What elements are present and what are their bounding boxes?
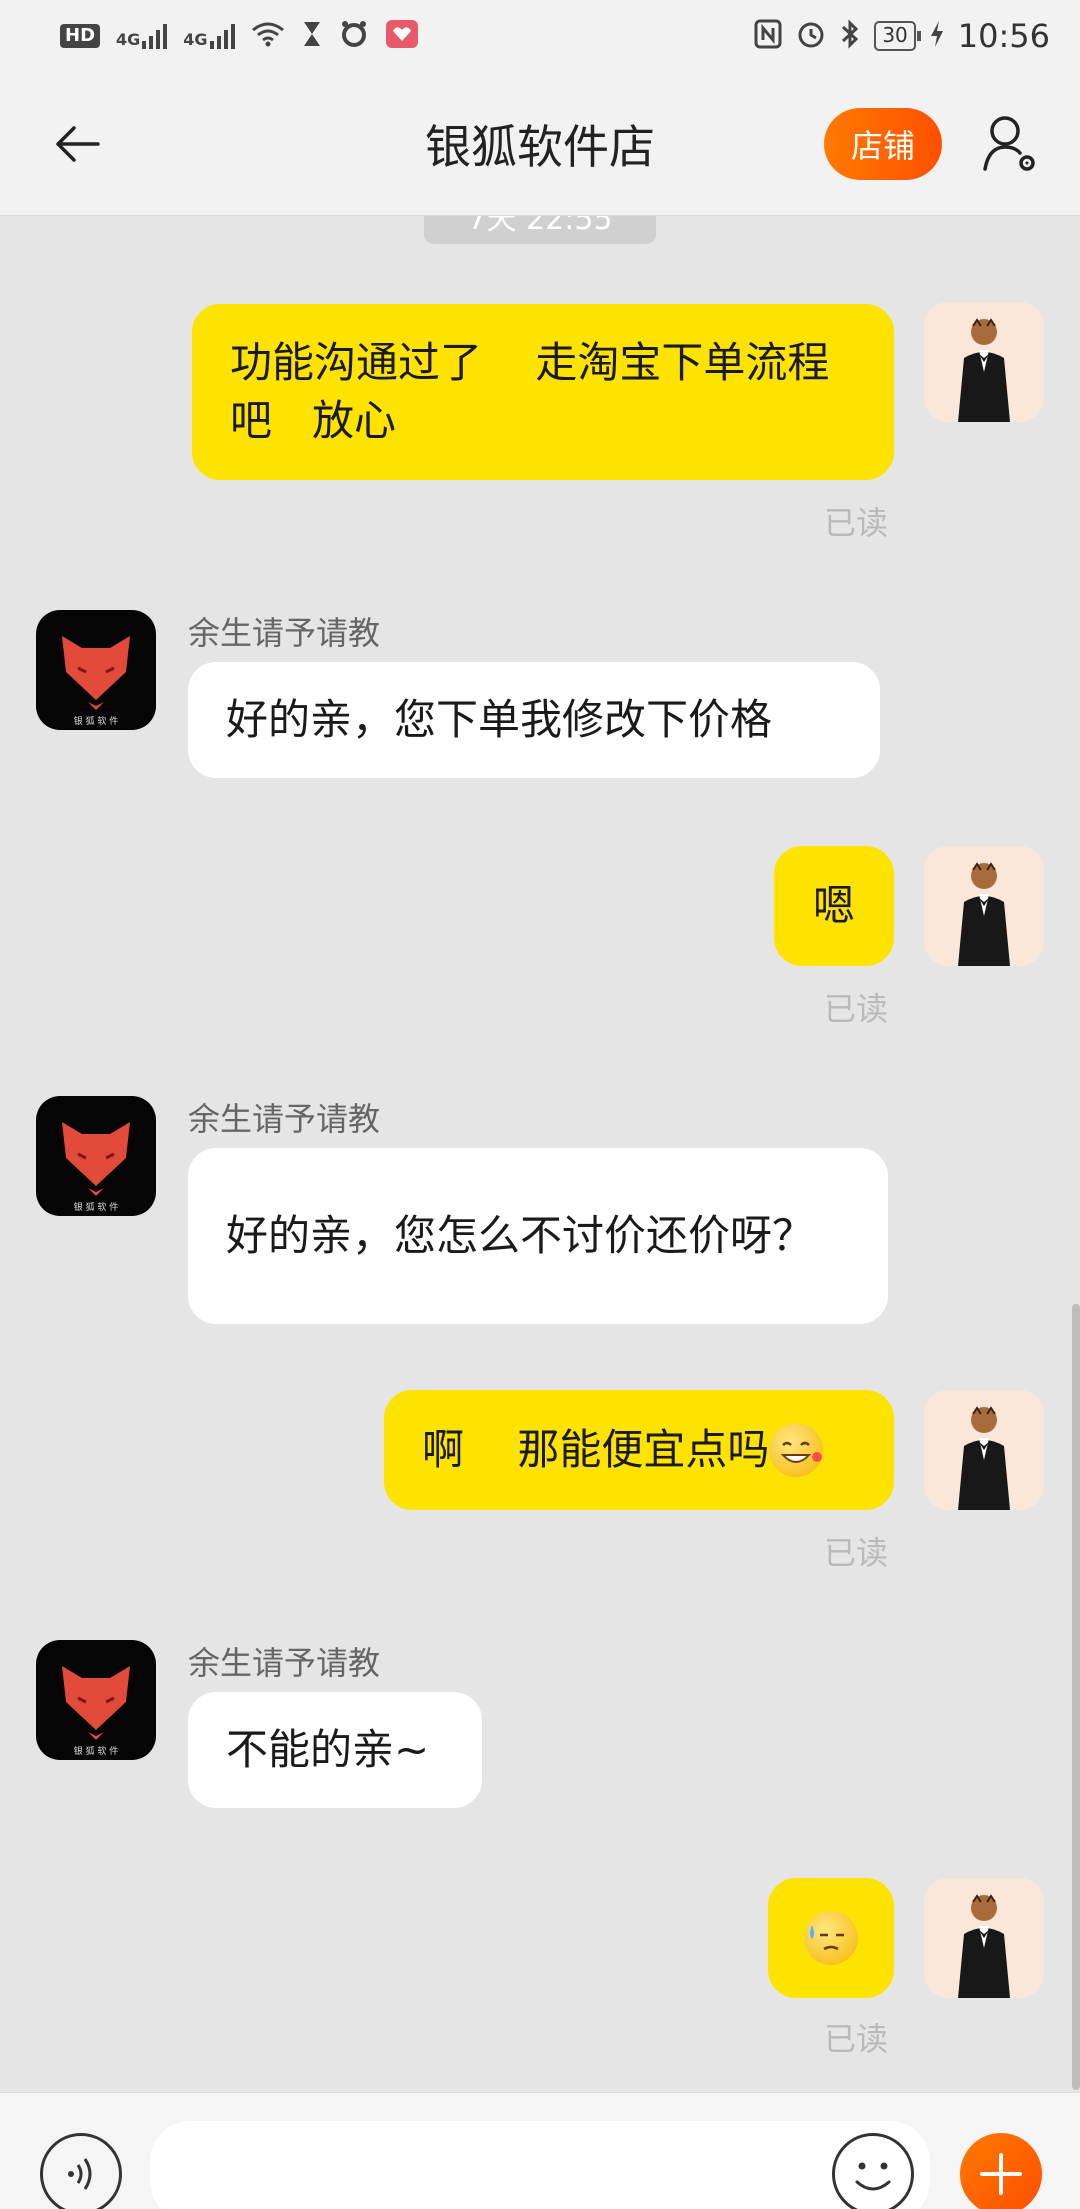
bluetooth-icon	[840, 18, 860, 54]
voice-button[interactable]	[40, 2133, 122, 2209]
message-text: 不能的亲~	[226, 1725, 430, 1774]
user-settings-icon	[983, 116, 1035, 171]
sender-name: 余生请予请教	[188, 1100, 381, 1138]
message-bubble-outgoing[interactable]: 功能沟通过了 走淘宝下单流程吧 放心	[192, 304, 894, 480]
my-avatar[interactable]	[924, 1878, 1044, 1998]
shop-button[interactable]: 店铺	[824, 108, 942, 180]
alarm-icon	[796, 19, 826, 54]
hourglass-icon	[301, 20, 323, 53]
message-bubble-incoming[interactable]: 好的亲，您怎么不讨价还价呀？	[188, 1148, 888, 1324]
app-badge-icon	[385, 19, 419, 54]
message-bubble-outgoing[interactable]: 啊 那能便宜点吗	[384, 1390, 894, 1510]
status-left: HD 4G 4G	[60, 19, 419, 54]
network-type-label: 4G	[116, 30, 141, 49]
profile-settings-button[interactable]	[978, 108, 1042, 180]
message-text: 好的亲，您怎么不讨价还价呀？	[226, 1211, 815, 1260]
battery-icon: 30	[874, 21, 922, 51]
voice-icon	[68, 2158, 92, 2190]
my-avatar[interactable]	[924, 1390, 1044, 1510]
more-button[interactable]	[960, 2133, 1042, 2209]
read-receipt: 已读	[824, 1534, 889, 1572]
sweat-emoji-icon	[804, 1911, 858, 1965]
status-bar: HD 4G 4G 30 10:56	[0, 0, 1080, 72]
signal-icon: 4G	[116, 23, 168, 49]
message-input[interactable]	[150, 2121, 930, 2209]
nfc-icon	[754, 19, 782, 54]
shop-avatar[interactable]: 银 狐 软 件	[36, 1640, 156, 1760]
plus-icon	[980, 2153, 1022, 2195]
charging-icon	[930, 20, 944, 53]
shop-avatar[interactable]: 银 狐 软 件	[36, 1096, 156, 1216]
svg-text:银 狐 软 件: 银 狐 软 件	[74, 715, 119, 727]
chat-header: 银狐软件店 店铺	[0, 72, 1080, 216]
laughing-emoji-icon	[769, 1423, 824, 1477]
shop-avatar[interactable]: 银 狐 软 件	[36, 610, 156, 730]
scrollbar[interactable]	[1072, 1304, 1080, 2090]
message-bubble-incoming[interactable]: 不能的亲~	[188, 1692, 482, 1808]
my-avatar[interactable]	[924, 846, 1044, 966]
message-bubble-outgoing[interactable]: 嗯	[774, 846, 894, 966]
svg-text:银 狐 软 件: 银 狐 软 件	[74, 1201, 119, 1213]
hd-badge: HD	[60, 24, 101, 48]
wifi-icon	[251, 20, 285, 53]
clock: 10:56	[957, 17, 1050, 55]
chat-area[interactable]: 7天 22:55 功能沟通过了 走淘宝下单流程吧 放心 已读 银 狐 软 件 余…	[0, 216, 1080, 2092]
emoji-icon	[855, 2162, 891, 2191]
message-bubble-outgoing[interactable]	[768, 1878, 894, 1998]
network-type-label: 4G	[183, 30, 208, 49]
signal-icon: 4G	[183, 23, 235, 49]
read-receipt: 已读	[824, 2020, 889, 2058]
message-text: 好的亲，您下单我修改下价格	[226, 695, 773, 744]
input-bar	[0, 2092, 1080, 2209]
svg-text:银 狐 软 件: 银 狐 软 件	[74, 1745, 119, 1757]
read-receipt: 已读	[824, 504, 889, 542]
status-right: 30 10:56	[754, 17, 1050, 55]
sender-name: 余生请予请教	[188, 614, 381, 652]
message-text: 功能沟通过了 走淘宝下单流程吧 放心	[230, 338, 830, 445]
message-text: 啊 那能便宜点吗	[422, 1425, 770, 1474]
emoji-button[interactable]	[832, 2133, 914, 2209]
app-icon	[339, 19, 369, 54]
time-divider: 7天 22:55	[424, 216, 656, 244]
message-bubble-incoming[interactable]: 好的亲，您下单我修改下价格	[188, 662, 880, 778]
my-avatar[interactable]	[924, 302, 1044, 422]
message-text: 嗯	[812, 881, 855, 930]
read-receipt: 已读	[824, 990, 889, 1028]
sender-name: 余生请予请教	[188, 1644, 381, 1682]
